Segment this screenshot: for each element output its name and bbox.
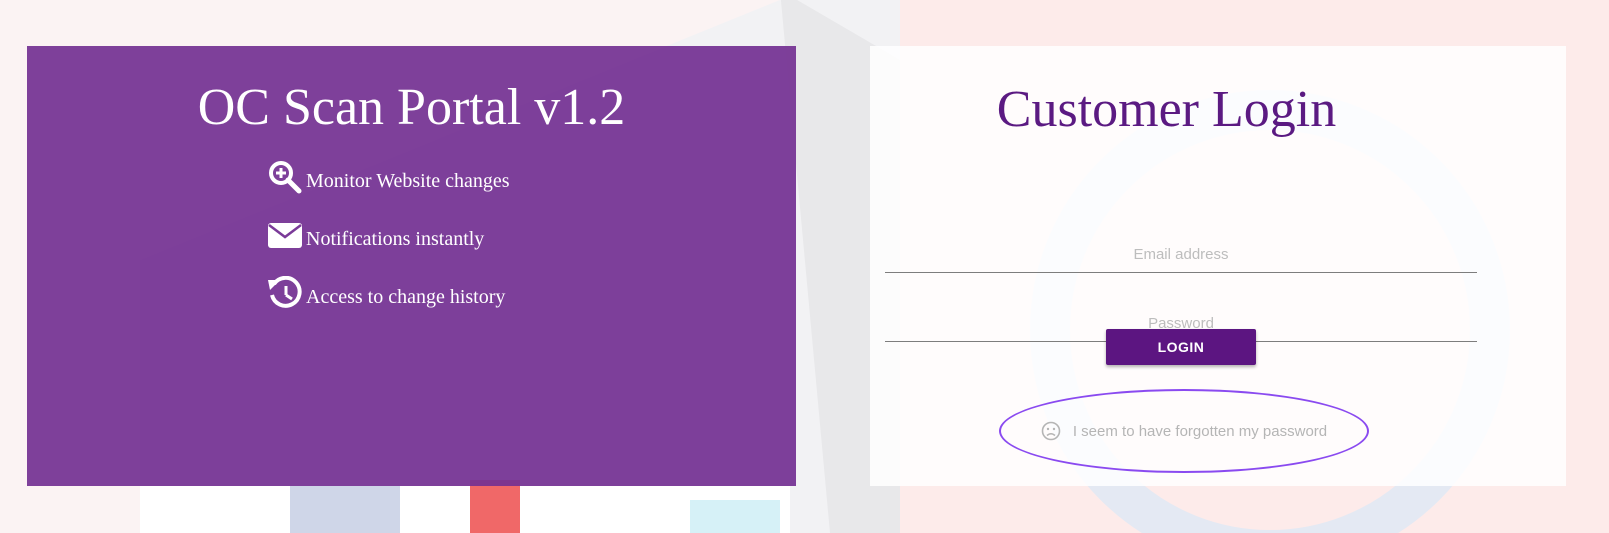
history-icon bbox=[268, 276, 304, 310]
feature-label: Access to change history bbox=[306, 285, 506, 308]
feature-label: Notifications instantly bbox=[306, 227, 485, 250]
zoom-in-icon bbox=[268, 160, 304, 194]
sad-face-icon bbox=[1041, 421, 1061, 441]
email-field[interactable] bbox=[885, 236, 1477, 273]
feature-item-history: Access to change history bbox=[268, 276, 510, 310]
envelope-icon bbox=[268, 218, 304, 252]
feature-list: Monitor Website changes Notifications in… bbox=[268, 160, 510, 334]
login-button[interactable]: LOGIN bbox=[1106, 329, 1256, 365]
feature-item-monitor: Monitor Website changes bbox=[268, 160, 510, 194]
feature-item-notifications: Notifications instantly bbox=[268, 218, 510, 252]
forgot-password-link[interactable]: I seem to have forgotten my password bbox=[999, 389, 1369, 473]
forgot-password-label: I seem to have forgotten my password bbox=[1072, 422, 1328, 440]
login-panel: Customer Login LOGIN I seem to have forg… bbox=[870, 46, 1566, 486]
login-title: Customer Login bbox=[996, 81, 1337, 138]
feature-panel: OC Scan Portal v1.2 Monitor Website chan… bbox=[27, 46, 796, 486]
portal-title: OC Scan Portal v1.2 bbox=[197, 79, 626, 136]
feature-label: Monitor Website changes bbox=[306, 169, 510, 192]
